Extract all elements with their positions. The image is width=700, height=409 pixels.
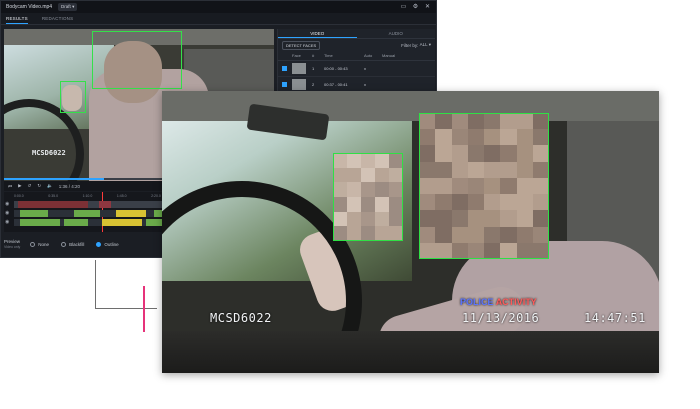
row-auto: x	[364, 82, 366, 87]
preview-title: Preview	[4, 238, 21, 244]
main-tabs: RESULTS REDACTIONS	[1, 13, 436, 25]
row-index: 2	[312, 82, 315, 87]
preview-option-blackfill[interactable]: Blackfill	[61, 241, 85, 247]
recording-date: 11/13/2016	[462, 311, 540, 325]
row-time: 00:00 - 00:43	[324, 66, 348, 71]
face-box-small[interactable]	[60, 81, 86, 113]
tab-results[interactable]: RESULTS	[6, 13, 28, 24]
track-visibility-icon[interactable]: ◉	[5, 219, 12, 226]
detections-header: Face # Time Auto Manual	[278, 51, 435, 61]
panel-tabs: VIDEO AUDIO	[278, 29, 435, 39]
radio-none[interactable]	[30, 241, 36, 247]
track-segment	[18, 201, 88, 208]
preview-option-outline[interactable]: Outline	[96, 241, 119, 247]
connector-line	[95, 308, 157, 309]
status-label: Draft	[61, 4, 71, 9]
close-icon[interactable]: ✕	[424, 4, 431, 11]
play-icon[interactable]: ▶	[18, 183, 21, 189]
gear-icon[interactable]: ⚙	[412, 4, 419, 11]
video-zoomed: POLICE ACTIVITY MCSD6022 11/13/2016 14:4…	[162, 91, 659, 373]
watermark-word1: POLICE	[460, 297, 494, 307]
track-segment	[20, 210, 48, 217]
option-label: None	[38, 241, 50, 247]
title-bar: Bodycam Video.mp4 Draft ▾ ▭ ⚙ ✕	[1, 1, 436, 13]
panel-toolbar: DETECT FACES Filter by: ALL ▾	[278, 39, 435, 51]
radio-outline[interactable]	[96, 241, 102, 247]
track-visibility-icon[interactable]: ◉	[5, 201, 12, 208]
tab-audio[interactable]: AUDIO	[357, 29, 436, 38]
row-checkbox[interactable]	[282, 66, 287, 71]
col-face: Face	[292, 53, 301, 58]
recording-time: 14:47:51	[584, 311, 646, 325]
skip-back-icon[interactable]: ⏮	[8, 184, 12, 189]
option-label: Blackfill	[69, 241, 85, 247]
row-auto: x	[364, 66, 366, 71]
filter-label: Filter by:	[401, 42, 419, 48]
face-redaction-box-large[interactable]	[419, 113, 549, 259]
status-dropdown[interactable]: Draft ▾	[58, 3, 78, 11]
tab-redactions[interactable]: REDACTIONS	[42, 13, 74, 24]
watermark-logo: POLICE ACTIVITY	[460, 297, 537, 307]
export-icon[interactable]: ▭	[400, 4, 407, 11]
face-thumbnail	[292, 63, 306, 74]
duration: 4:20	[71, 183, 80, 189]
watermark-word2: ACTIVITY	[495, 297, 537, 307]
volume-icon[interactable]: 🔈	[47, 183, 53, 189]
timeline-tick: 2:20.0	[151, 194, 161, 198]
track-segment	[74, 210, 100, 217]
col-index: #	[312, 53, 315, 58]
radio-blackfill[interactable]	[61, 241, 67, 247]
track-visibility-icon[interactable]: ◉	[5, 210, 12, 217]
timeline-tick: 1:45.0	[116, 194, 127, 198]
track-segment	[116, 210, 146, 217]
option-label: Outline	[104, 241, 119, 247]
face-thumbnail	[292, 79, 306, 90]
timeline-tick: 1:10.0	[82, 194, 93, 198]
row-time: 00:37 - 00:41	[324, 82, 348, 87]
car-roof	[162, 91, 659, 121]
camera-id: MCSD6022	[210, 311, 272, 325]
table-row[interactable]: 1 00:00 - 00:43 x	[278, 61, 435, 77]
col-time: Time	[324, 53, 333, 58]
track-segment	[102, 219, 142, 226]
tab-video[interactable]: VIDEO	[278, 29, 357, 38]
track-segment	[20, 219, 60, 226]
progress-fill	[4, 178, 104, 180]
filter-value: ALL	[419, 42, 428, 47]
row-checkbox[interactable]	[282, 82, 287, 87]
row-index: 1	[312, 66, 315, 71]
filter-dropdown[interactable]: ALL ▾	[420, 42, 431, 48]
current-time: 1:36	[58, 183, 68, 189]
track-segment	[99, 201, 111, 208]
timeline-tick: 0:00.0	[14, 194, 24, 198]
preview-option-none[interactable]: None	[30, 241, 50, 247]
video-camera-stamp: MCSD6022	[32, 149, 66, 157]
timeline-tick: 0:35.0	[48, 194, 59, 198]
col-manual: Manual	[382, 53, 396, 58]
face-box-large[interactable]	[92, 31, 182, 89]
track-segment	[64, 219, 88, 226]
rewind-icon[interactable]: ↺	[28, 183, 32, 189]
preview-sublabel: Video only	[4, 244, 21, 249]
connector-accent	[143, 286, 145, 332]
face-redaction-box-small[interactable]	[333, 153, 403, 241]
dashboard	[162, 331, 659, 373]
connector-line	[95, 260, 96, 308]
forward-icon[interactable]: ↻	[37, 183, 41, 189]
detect-faces-button[interactable]: DETECT FACES	[282, 40, 321, 50]
time-readout: 1:36 / 4:20	[58, 183, 80, 189]
preview-label: Preview Video only	[4, 239, 20, 250]
col-auto: Auto	[364, 53, 373, 58]
window-title: Bodycam Video.mp4	[6, 4, 53, 10]
